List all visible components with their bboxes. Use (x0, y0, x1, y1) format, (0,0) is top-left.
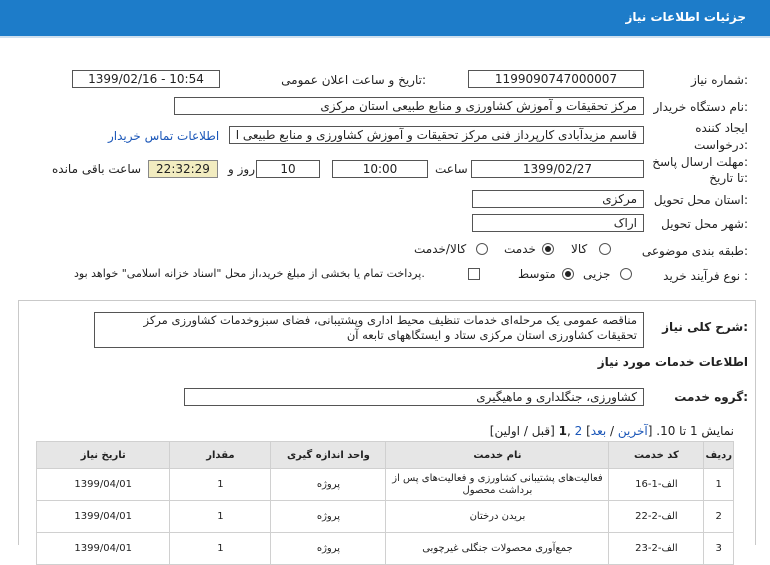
col-name-header: نام خدمت (385, 441, 610, 469)
pagination: نمایش 1 تا 10. [آخرین / بعد] 2 ,1 [قبل /… (490, 424, 734, 438)
description-line-1: مناقصه عمومی یک مرحله‌ای خدمات تنظیف محی… (143, 313, 637, 327)
buyer-field: مرکز تحقیقات و آموزش کشاورزی و منابع طبی… (174, 97, 644, 115)
service-group-field: کشاورزی، جنگلداری و ماهیگیری (184, 388, 644, 406)
table-header-row: ردیف کد خدمت نام خدمت واحد اندازه گیری م… (35, 441, 734, 469)
treasury-payment-checkbox[interactable] (468, 268, 480, 280)
category-goods-service-label: کالا/خدمت (414, 242, 467, 256)
category-goods-label: کالا (571, 242, 588, 256)
table-row: 3 الف-2-23 جمع‌آوری محصولات جنگلی غیرچوب… (35, 532, 734, 565)
pagination-next-link[interactable]: بعد (591, 424, 606, 438)
requester-label: ایجاد کننده (695, 121, 748, 135)
deadline-label-2: تا تاریخ: (709, 171, 748, 185)
pagination-sep: / (606, 424, 618, 438)
description-field: مناقصه عمومی یک مرحله‌ای خدمات تنظیف محی… (94, 312, 644, 348)
col-date-header: تاریخ نیاز (35, 441, 171, 469)
cell-date: 1399/04/01 (35, 500, 171, 533)
cell-name: جمع‌آوری محصولات جنگلی غیرچوبی (385, 532, 610, 565)
requester-label-2: درخواست: (694, 138, 748, 152)
cell-unit: پروژه (270, 468, 387, 501)
services-table: ردیف کد خدمت نام خدمت واحد اندازه گیری م… (35, 441, 734, 565)
pagination-mid: ] (582, 424, 591, 438)
cell-name: بریدن درختان (385, 500, 610, 533)
need-number-label: شماره نیاز: (690, 73, 748, 87)
cell-date: 1399/04/01 (35, 468, 171, 501)
cell-code: الف-2-23 (608, 532, 705, 565)
col-unit-header: واحد اندازه گیری (270, 441, 387, 469)
deadline-time-label: ساعت (435, 162, 468, 176)
payment-note: پرداخت تمام یا بخشی از مبلغ خرید،از محل … (74, 267, 425, 280)
deadline-date-field: 1399/02/27 (471, 160, 644, 178)
cell-unit: پروژه (270, 532, 387, 565)
deadline-time-field: 10:00 (332, 160, 428, 178)
pagination-text: نمایش 1 تا 10. [ (647, 424, 734, 438)
col-row-header: ردیف (703, 441, 734, 469)
services-info-title: اطلاعات خدمات مورد نیاز (597, 355, 748, 369)
process-label: نوع فرآیند خرید : (663, 269, 748, 283)
category-label: طبقه بندی موضوعی: (641, 244, 748, 258)
process-medium-radio[interactable] (562, 268, 574, 280)
process-medium-label: متوسط (518, 267, 556, 281)
pagination-comma: , (567, 424, 575, 438)
service-group-label: گروه خدمت: (674, 390, 748, 404)
col-qty-header: مقدار (169, 441, 272, 469)
cell-row: 2 (703, 500, 734, 533)
page-title: جزئیات اطلاعات نیاز (625, 10, 746, 24)
need-number-field: 1199090747000007 (468, 70, 644, 88)
category-goods-service-radio[interactable] (476, 243, 488, 255)
cell-date: 1399/04/01 (35, 532, 171, 565)
table-row: 2 الف-2-22 بریدن درختان پروژه 1 1399/04/… (35, 500, 734, 533)
cell-row: 1 (703, 468, 734, 501)
cell-unit: پروژه (270, 500, 387, 533)
province-label: استان محل تحویل: (653, 193, 748, 207)
cell-qty: 1 (169, 468, 272, 501)
city-field: اراک (472, 214, 644, 232)
category-goods-radio[interactable] (599, 243, 611, 255)
deadline-label: مهلت ارسال پاسخ: (652, 155, 748, 169)
cell-row: 3 (703, 532, 734, 565)
category-service-radio[interactable] (542, 243, 554, 255)
province-field: مرکزی (472, 190, 644, 208)
cell-qty: 1 (169, 500, 272, 533)
description-line-2: تحقیقات کشاورزی استان مرکزی ستاد و ایستگ… (346, 328, 637, 342)
announce-label: تاریخ و ساعت اعلان عمومی: (281, 73, 426, 87)
pagination-prev-first: [قبل / اولین] (489, 424, 559, 438)
remaining-label: ساعت باقی مانده (52, 162, 142, 176)
city-label: شهر محل تحویل: (661, 217, 748, 231)
pagination-last-link[interactable]: آخرین (618, 424, 648, 438)
description-label: شرح کلی نیاز: (662, 320, 748, 334)
category-service-label: خدمت (504, 242, 536, 256)
requester-field: قاسم مزیدآبادی کارپرداز فنی مرکز تحقیقات… (229, 126, 644, 144)
table-row: 1 الف-1-16 فعالیت‌های پشتیبانی کشاورزی و… (35, 468, 734, 501)
cell-code: الف-1-16 (608, 468, 705, 501)
remaining-time-field: 22:32:29 (148, 160, 218, 178)
process-minor-radio[interactable] (620, 268, 632, 280)
process-minor-label: جزیی (583, 267, 611, 281)
cell-qty: 1 (169, 532, 272, 565)
announce-field: 1399/02/16 - 10:54 (72, 70, 220, 88)
cell-name: فعالیت‌های پشتیبانی کشاورزی و فعالیت‌های… (385, 468, 610, 501)
col-code-header: کد خدمت (608, 441, 705, 469)
cell-code: الف-2-22 (608, 500, 705, 533)
buyer-label: نام دستگاه خریدار: (653, 100, 749, 114)
pagination-page-1-current: 1 (558, 424, 567, 438)
contact-buyer-link[interactable]: اطلاعات تماس خریدار (108, 129, 219, 143)
days-label: روز و (228, 162, 255, 176)
days-field: 10 (256, 160, 320, 178)
page-header: جزئیات اطلاعات نیاز (0, 0, 770, 38)
